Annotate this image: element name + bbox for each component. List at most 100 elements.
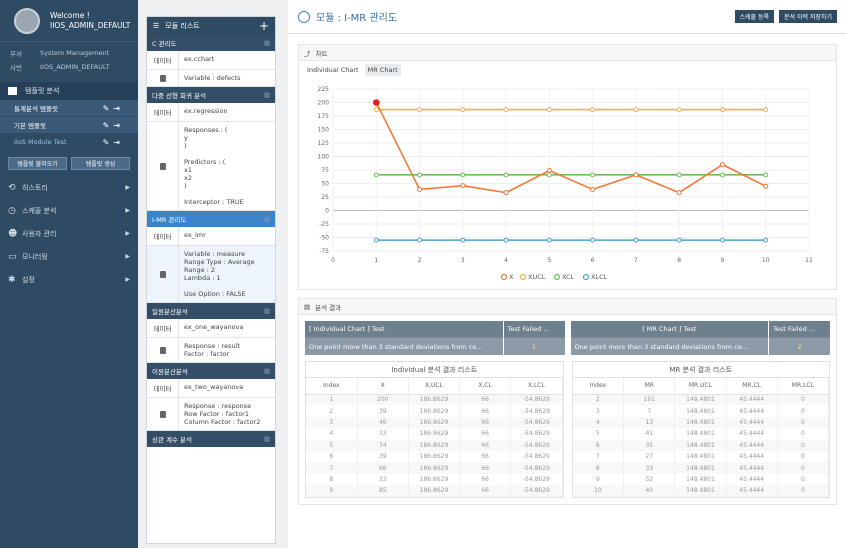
nav-schedule[interactable]: ◷ 스케줄 분석 ▶ bbox=[0, 199, 138, 222]
nav-settings[interactable]: ✱ 설정 ▶ bbox=[0, 268, 138, 291]
create-template-button[interactable]: 템플릿 생성 bbox=[71, 157, 130, 170]
ind-test-title: [ Individual Chart ] Test bbox=[305, 321, 503, 337]
data-point bbox=[546, 107, 552, 113]
tab-mr-chart[interactable]: MR Chart bbox=[364, 64, 401, 76]
data-point bbox=[417, 186, 423, 192]
trash-icon[interactable]: ▦ bbox=[264, 367, 270, 375]
data-point bbox=[590, 172, 596, 178]
save-history-button[interactable]: 분석 이력 저장하기 bbox=[779, 10, 837, 23]
module-group-header[interactable]: 이원분산분석 ▦ bbox=[147, 363, 275, 379]
column-header[interactable]: MR,CL bbox=[726, 378, 778, 395]
template-module-test[interactable]: IIoS Module Test ✎⇥ bbox=[0, 134, 138, 151]
column-header[interactable]: Index bbox=[572, 378, 625, 395]
module-row[interactable]: 데이터 ex_one_wayanova bbox=[147, 319, 275, 338]
add-icon[interactable]: + bbox=[259, 19, 269, 33]
table-cell: 5 bbox=[572, 428, 625, 440]
table-cell: -54.8629 bbox=[510, 405, 563, 417]
table-row[interactable]: 8 33 148.4801 45.4444 0 bbox=[572, 462, 830, 474]
chevron-right-icon: ▶ bbox=[125, 253, 130, 260]
table-row[interactable]: 6 39 186.8629 66 -54.8629 bbox=[306, 450, 563, 463]
table-row[interactable]: 5 74 186.8629 66 -54.8629 bbox=[306, 439, 563, 451]
table-row[interactable]: 10 40 148.4801 45.4444 0 bbox=[572, 485, 830, 497]
table-row[interactable]: 7 66 186.8629 66 -54.8629 bbox=[306, 462, 563, 474]
table-row[interactable]: 9 85 186.8629 66 -54.8629 bbox=[306, 485, 563, 497]
template-menu-header[interactable]: 템플릿 분석 bbox=[0, 82, 138, 100]
module-row[interactable]: Response : result Factor : factor bbox=[147, 338, 275, 363]
module-row[interactable]: 데이터 ex.regression bbox=[147, 103, 275, 122]
load-template-button[interactable]: 템플릿 불러오기 bbox=[8, 157, 67, 170]
lock-cell bbox=[147, 398, 179, 430]
table-cell: 186.8629 bbox=[408, 439, 461, 451]
nav-users[interactable]: ☻ 사용자 관리 ▶ bbox=[0, 222, 138, 245]
template-basic[interactable]: 기본 템플릿 ✎⇥ bbox=[0, 117, 138, 134]
module-row[interactable]: Variable : measure Range Type : Average … bbox=[147, 246, 275, 303]
column-header[interactable]: MR,LCL bbox=[777, 378, 830, 395]
table-row[interactable]: 1 200 186.8629 66 -54.8629 bbox=[306, 394, 563, 406]
result-section-title: 분석 결과 bbox=[315, 303, 342, 312]
module-row[interactable]: Response : response Row Factor : factor1… bbox=[147, 398, 275, 431]
module-row[interactable]: Variable : defects bbox=[147, 70, 275, 87]
table-row[interactable]: 4 13 148.4801 45.4444 0 bbox=[572, 416, 830, 429]
trash-icon[interactable]: ▦ bbox=[264, 91, 270, 99]
module-row[interactable]: Responses : ( y ) Predictors : ( x1 x2 )… bbox=[147, 122, 275, 211]
trash-icon[interactable]: ▦ bbox=[264, 39, 270, 47]
table-cell: 6 bbox=[572, 439, 625, 451]
table-row[interactable]: 6 35 148.4801 45.4444 0 bbox=[572, 439, 830, 451]
data-label: 데이터 bbox=[147, 51, 179, 69]
data-point bbox=[417, 237, 423, 243]
table-row[interactable]: 4 33 186.8629 66 -54.8629 bbox=[306, 428, 563, 440]
table-cell: 66 bbox=[459, 394, 512, 406]
main-panel: 모듈 : I-MR 관리도 스케줄 등록 분석 이력 저장하기 ⤴ 차트 Indiv… bbox=[288, 0, 847, 548]
column-header[interactable]: X,LCL bbox=[510, 378, 563, 395]
data-point bbox=[719, 237, 725, 243]
column-header[interactable]: X,UCL bbox=[408, 378, 461, 395]
edit-icon[interactable]: ✎⇥ bbox=[103, 121, 124, 130]
module-group-header[interactable]: 일원분산분석 ▦ bbox=[147, 303, 275, 319]
table-row[interactable]: 2 39 186.8629 66 -54.8629 bbox=[306, 405, 563, 417]
edit-icon[interactable]: ✎⇥ bbox=[103, 104, 124, 113]
y-tick-label: 200 bbox=[318, 100, 330, 107]
data-point bbox=[633, 172, 639, 178]
data-point bbox=[763, 172, 769, 178]
table-cell: 148.4801 bbox=[674, 485, 727, 497]
trash-icon[interactable]: ▦ bbox=[264, 435, 270, 443]
table-row[interactable]: 3 46 186.8629 66 -54.8629 bbox=[306, 416, 563, 429]
template-stat[interactable]: 통계분석 템플릿 ✎⇥ bbox=[0, 100, 138, 117]
table-row[interactable]: 9 52 148.4801 45.4444 0 bbox=[572, 473, 830, 486]
id-label: 사번 bbox=[10, 64, 22, 72]
lock-icon bbox=[159, 270, 166, 278]
table-cell: 33 bbox=[357, 428, 409, 440]
nav-monitoring[interactable]: ▭ 모니터링 ▶ bbox=[0, 245, 138, 268]
data-point bbox=[503, 237, 509, 243]
module-row[interactable]: 데이터 ex_two_wayanova bbox=[147, 379, 275, 398]
nav-history[interactable]: ⟲ 히스토리 ▶ bbox=[0, 176, 138, 199]
module-group-header[interactable]: 다중 선형 회귀 분석 ▦ bbox=[147, 87, 275, 103]
table-cell: 200 bbox=[357, 394, 409, 406]
table-row[interactable]: 3 7 148.4801 45.4444 0 bbox=[572, 405, 830, 417]
edit-icon[interactable]: ✎⇥ bbox=[103, 138, 124, 147]
data-point bbox=[417, 107, 423, 113]
trash-icon[interactable]: ▦ bbox=[264, 215, 270, 223]
table-cell: 0 bbox=[777, 394, 830, 406]
table-cell: -54.8629 bbox=[510, 416, 563, 429]
table-row[interactable]: 2 161 148.4801 45.4444 0 bbox=[572, 394, 830, 406]
table-row[interactable]: 7 27 148.4801 45.4444 0 bbox=[572, 450, 830, 463]
column-header[interactable]: X bbox=[357, 378, 409, 395]
column-header[interactable]: Index bbox=[306, 378, 358, 395]
module-row[interactable]: 데이터 ex.cchart bbox=[147, 51, 275, 70]
schedule-button[interactable]: 스케줄 등록 bbox=[734, 10, 775, 23]
module-row[interactable]: 데이터 ex_imr bbox=[147, 227, 275, 246]
module-group-header[interactable]: C 관리도 ▦ bbox=[147, 35, 275, 51]
column-header[interactable]: MR bbox=[623, 378, 676, 395]
module-group-header[interactable]: I-MR 관리도 ▦ bbox=[147, 211, 275, 227]
module-row-value: ex_one_wayanova bbox=[184, 323, 244, 331]
module-group-header[interactable]: 상관 계수 분석 ▦ bbox=[147, 431, 275, 447]
table-row[interactable]: 8 33 186.8629 66 -54.8629 bbox=[306, 473, 563, 486]
tab-individual-chart[interactable]: Individual Chart bbox=[304, 64, 362, 76]
column-header[interactable]: MR,UCL bbox=[674, 378, 727, 395]
column-header[interactable]: X,CL bbox=[459, 378, 512, 395]
y-tick-label: 75 bbox=[321, 167, 329, 174]
table-cell: -54.8629 bbox=[510, 428, 563, 440]
trash-icon[interactable]: ▦ bbox=[264, 307, 270, 315]
table-row[interactable]: 5 41 148.4801 45.4444 0 bbox=[572, 428, 830, 440]
